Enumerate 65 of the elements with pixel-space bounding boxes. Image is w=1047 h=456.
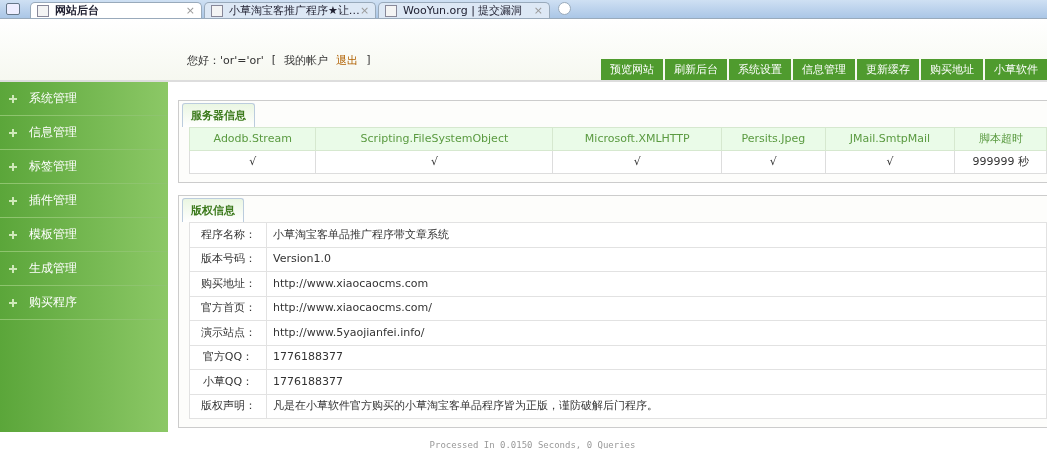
column-header: Microsoft.XMLHTTP [552,127,722,151]
nav-button[interactable]: 小草软件 [985,59,1047,80]
row-label: 演示站点： [189,320,267,345]
column-header: 脚本超时 [954,127,1047,151]
column-header: Persits.Jpeg [721,127,826,151]
row-label: 官方首页： [189,296,267,321]
row-label: 版本号码： [189,247,267,272]
nav-button[interactable]: 更新缓存 [857,59,919,80]
sidebar-item[interactable]: 模板管理 [0,218,168,252]
table-cell: √ [189,150,316,174]
close-icon[interactable]: × [533,4,543,17]
plus-icon [9,128,17,137]
sidebar-item[interactable]: 系统管理 [0,82,168,116]
nav-button[interactable]: 系统设置 [729,59,791,80]
nav-button[interactable]: 刷新后台 [665,59,727,80]
row-label: 程序名称： [189,222,267,247]
plus-icon [9,230,17,239]
table-cell: 小草淘宝客单品推广程序带文章系统 [266,222,1047,247]
table-cell: 1776188377 [266,369,1047,394]
plus-icon [9,196,17,205]
table-cell: http://www.xiaocaocms.com/ [266,296,1047,321]
sidebar-item[interactable]: 标签管理 [0,150,168,184]
column-header: JMail.SmtpMail [825,127,955,151]
greeting-text: 您好：'or'='or' [187,53,264,68]
close-icon[interactable]: × [359,4,370,17]
column-header: Scripting.FileSystemObject [315,127,553,151]
logout-link[interactable]: 退出 [336,53,359,68]
table-cell: 1776188377 [266,345,1047,370]
browser-tab[interactable]: 小草淘宝客推广程序★让…× [204,2,376,18]
row-label: 小草QQ： [189,369,267,394]
plus-icon [9,264,17,273]
table-cell: Version1.0 [266,247,1047,272]
nav-button[interactable]: 购买地址 [921,59,983,80]
table-cell: √ [825,150,955,174]
close-icon[interactable]: × [185,4,195,17]
table-cell: √ [552,150,722,174]
plus-icon [9,94,17,103]
new-tab-icon[interactable] [558,2,571,15]
column-header: Adodb.Stream [189,127,316,151]
plus-icon [9,162,17,171]
browser-tab[interactable]: WooYun.org | 提交漏洞 × [378,2,550,18]
page-icon [385,4,397,17]
sidebar-item[interactable]: 插件管理 [0,184,168,218]
account-link[interactable]: 我的帐户 [284,53,329,68]
sidebar-item[interactable]: 购买程序 [0,286,168,320]
panel-tab[interactable]: 版权信息 [182,198,244,222]
footer-text: Processed In 0.0150 Seconds, 0 Queries [428,440,637,450]
nav-button[interactable]: 信息管理 [793,59,855,80]
table-cell: http://www.5yaojianfei.info/ [266,320,1047,345]
page-icon [37,4,49,17]
sidebar-item[interactable]: 生成管理 [0,252,168,286]
table-cell: √ [315,150,553,174]
row-label: 购买地址： [189,271,267,296]
panel-tab[interactable]: 服务器信息 [182,103,255,127]
sidebar-item[interactable]: 信息管理 [0,116,168,150]
table-cell: http://www.xiaocaocms.com [266,271,1047,296]
plus-icon [9,298,17,307]
row-label: 版权声明： [189,394,267,419]
bracket-text: ] [366,53,371,68]
page-icon [211,4,223,17]
row-label: 官方QQ： [189,345,267,370]
table-cell: 凡是在小草软件官方购买的小草淘宝客单品程序皆为正版，谨防破解后门程序。 [266,394,1047,419]
browser-tab[interactable]: 网站后台 × [30,2,202,18]
bracket-text: [ [271,53,277,68]
nav-button[interactable]: 预览网站 [601,59,663,80]
